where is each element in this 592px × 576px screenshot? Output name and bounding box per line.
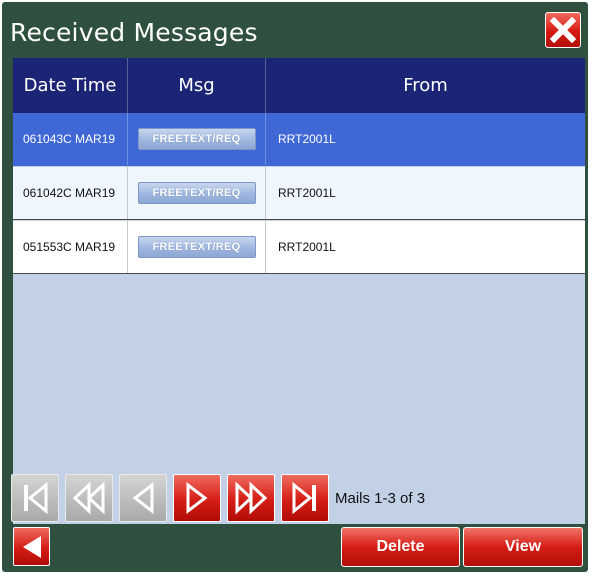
table-row[interactable]: 061043C MAR19 FREETEXT/REQ RRT2001L [13,113,585,166]
table-header: Date Time Msg From [13,58,585,113]
row-msg-cell: FREETEXT/REQ [128,113,266,165]
next-page-button[interactable] [173,474,221,522]
column-header-msg[interactable]: Msg [128,58,266,113]
prev-page-fast-icon [72,481,105,515]
back-arrow-icon [22,535,41,558]
back-button[interactable] [13,527,50,566]
next-page-fast-icon [235,481,268,515]
prev-page-icon [132,481,154,515]
fast-back-button[interactable] [65,474,113,522]
prev-page-button[interactable] [119,474,167,522]
first-page-icon [24,481,48,515]
row-from: RRT2001L [278,240,336,254]
next-page-icon [186,481,208,515]
received-messages-window: Received Messages Date Time Msg From 061… [2,2,588,572]
close-x-icon [550,17,576,43]
column-header-from[interactable]: From [266,58,585,113]
first-page-button[interactable] [11,474,59,522]
row-msg-cell: FREETEXT/REQ [128,221,266,273]
row-from: RRT2001L [278,186,336,200]
table-row[interactable]: 061042C MAR19 FREETEXT/REQ RRT2001L [13,167,585,220]
table-row[interactable]: 051553C MAR19 FREETEXT/REQ RRT2001L [13,221,585,274]
window-title: Received Messages [10,18,258,47]
last-page-button[interactable] [281,474,329,522]
fast-forward-button[interactable] [227,474,275,522]
row-msg-cell: FREETEXT/REQ [128,167,266,219]
row-from: RRT2001L [278,132,336,146]
messages-table: Date Time Msg From 061043C MAR19 FREETEX… [13,58,585,524]
last-page-icon [292,481,316,515]
row-datetime: 061042C MAR19 [13,167,128,219]
message-type-button[interactable]: FREETEXT/REQ [137,128,256,150]
message-type-button[interactable]: FREETEXT/REQ [137,236,256,258]
view-button[interactable]: View [463,527,583,567]
column-header-datetime[interactable]: Date Time [13,58,128,113]
row-datetime: 051553C MAR19 [13,221,128,273]
message-type-button[interactable]: FREETEXT/REQ [137,182,256,204]
row-datetime: 061043C MAR19 [13,113,128,165]
pagination-status: Mails 1-3 of 3 [335,490,426,507]
close-button[interactable] [545,12,581,48]
delete-button[interactable]: Delete [341,527,460,567]
